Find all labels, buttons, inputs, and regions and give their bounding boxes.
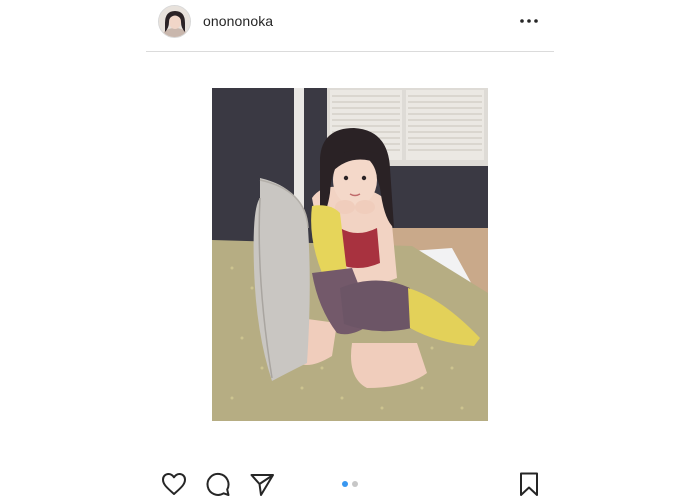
avatar[interactable] — [158, 5, 191, 38]
bookmark-icon — [520, 472, 538, 496]
more-options-button[interactable] — [518, 12, 540, 30]
more-options-icon — [520, 19, 538, 23]
comment-bubble-icon — [206, 472, 230, 496]
carousel-dot — [352, 481, 358, 487]
save-button[interactable] — [515, 470, 543, 498]
comment-button[interactable] — [204, 470, 232, 498]
like-button[interactable] — [160, 470, 188, 498]
username[interactable]: onononoka — [203, 13, 273, 29]
post-header: onononoka — [146, 0, 554, 52]
carousel-dot-active — [342, 481, 348, 487]
heart-icon — [162, 473, 186, 495]
share-button[interactable] — [248, 470, 276, 498]
paper-plane-icon — [250, 474, 274, 496]
post-actions — [146, 466, 554, 500]
instagram-post: onononoka — [0, 0, 700, 500]
post-photo[interactable] — [212, 88, 488, 421]
